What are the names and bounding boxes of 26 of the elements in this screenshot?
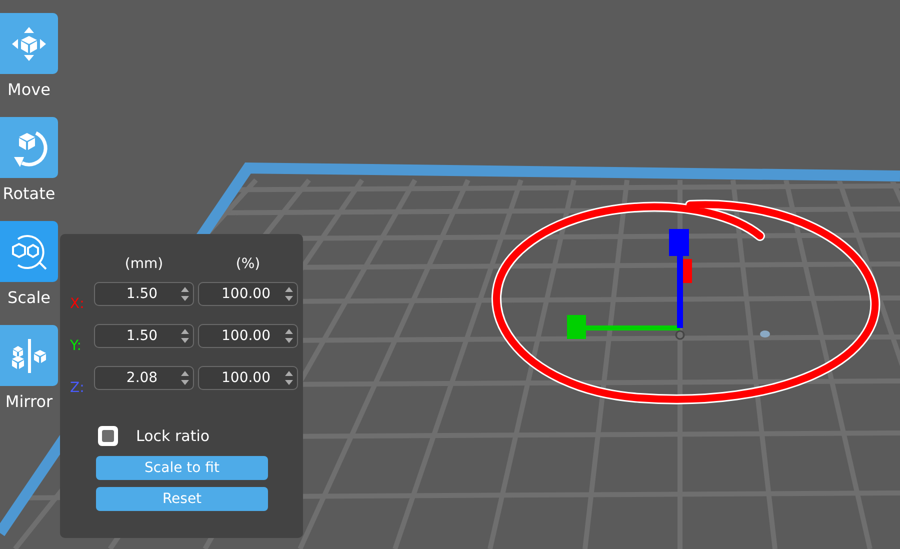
tool-label: Mirror [5, 392, 53, 411]
size-spin-field[interactable]: 1.50 [94, 324, 194, 348]
spin-arrows-icon[interactable] [285, 286, 293, 302]
tool-button[interactable] [0, 221, 58, 282]
axis-label: Z: [70, 380, 86, 396]
spin-arrows-icon[interactable] [285, 328, 293, 344]
tool-label: Move [8, 80, 50, 99]
percent-spin-field[interactable]: 100.00 [198, 324, 298, 348]
size-spin-field[interactable]: 1.50 [94, 282, 194, 306]
tool-label: Rotate [2, 184, 56, 203]
spin-arrows-icon[interactable] [181, 370, 189, 386]
size-spin-field[interactable]: 2.08 [94, 366, 194, 390]
spin-arrows-icon[interactable] [285, 370, 293, 386]
column-header: (%) [234, 256, 262, 272]
lock-ratio-checkbox[interactable] [98, 426, 118, 446]
column-header: (mm) [124, 256, 164, 272]
spin-arrows-icon[interactable] [181, 328, 189, 344]
tool-label: Scale [7, 288, 51, 307]
spin-arrows-icon[interactable] [181, 286, 189, 302]
percent-spin-field[interactable]: 100.00 [198, 282, 298, 306]
axis-label: Y: [70, 338, 82, 354]
checkbox-label: Lock ratio [136, 427, 210, 445]
move-arrows-icon [10, 24, 48, 62]
origin-marker-icon [760, 330, 770, 338]
percent-spin-field[interactable]: 100.00 [198, 366, 298, 390]
axis-label: X: [70, 296, 86, 312]
